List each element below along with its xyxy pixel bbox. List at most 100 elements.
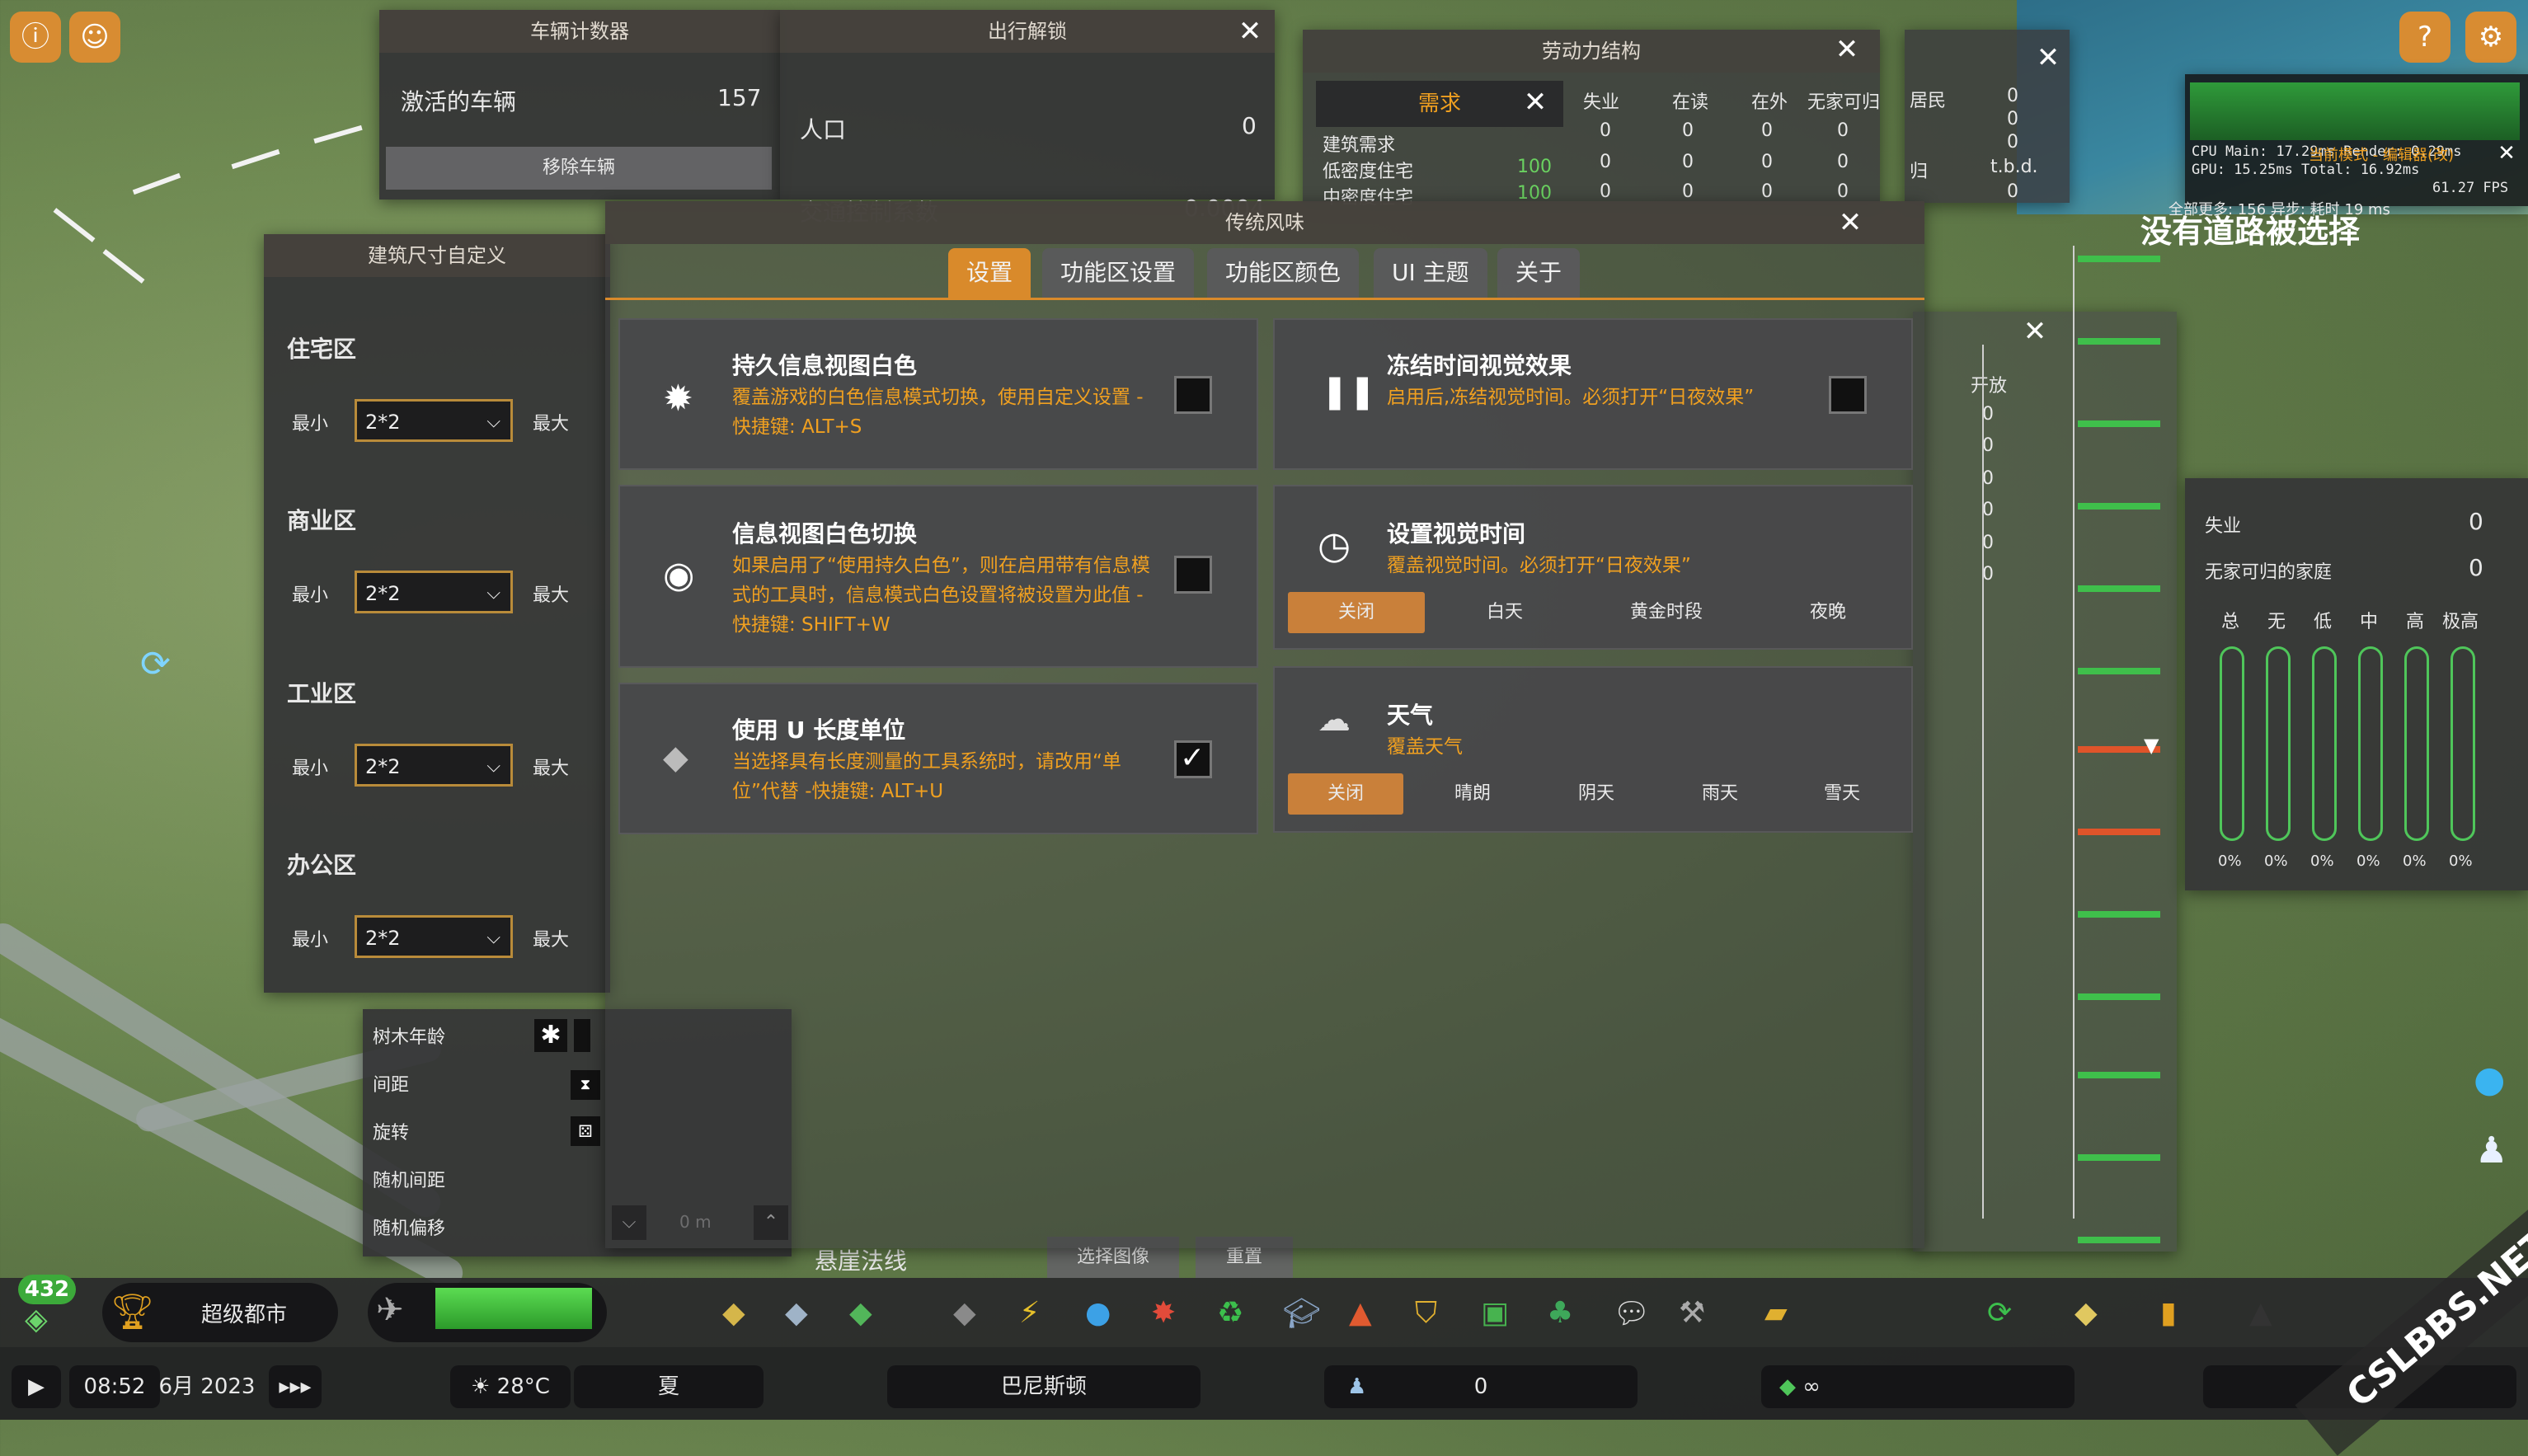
active-vehicles-value: 157: [717, 84, 762, 111]
map-marker-icon[interactable]: ⟳: [140, 643, 171, 685]
tab-zone-settings[interactable]: 功能区设置: [1042, 248, 1195, 298]
temperature: 28°C: [496, 1374, 550, 1399]
health-icon[interactable]: ✸: [1151, 1296, 1176, 1330]
unlock-row-label: 人口: [800, 116, 847, 143]
fire-icon[interactable]: ▲: [1349, 1296, 1372, 1330]
city-name[interactable]: 巴尼斯顿: [887, 1365, 1201, 1408]
weather-option-clear[interactable]: 晴朗: [1415, 773, 1530, 815]
visual-time-option-night[interactable]: 夜晚: [1760, 592, 1896, 633]
play-button[interactable]: ▶: [12, 1365, 61, 1408]
visual-time-option-off[interactable]: 关闭: [1288, 592, 1425, 633]
asterisk-button[interactable]: ✱: [534, 1019, 567, 1052]
electricity-icon[interactable]: ⚡: [1019, 1296, 1040, 1330]
open-value: 0: [1982, 533, 1994, 553]
zoning-icon[interactable]: ◆: [722, 1296, 745, 1330]
dice-icon[interactable]: ⚄: [571, 1116, 600, 1146]
bar-label: 高: [2406, 612, 2425, 632]
refresh-icon[interactable]: ⟳: [1987, 1296, 2012, 1330]
statistics-icon[interactable]: ▮: [2160, 1296, 2177, 1330]
chevron-down-icon: ⌵: [486, 411, 500, 432]
map-layer-icon[interactable]: ◆: [2075, 1296, 2098, 1330]
dot-button[interactable]: [574, 1019, 590, 1052]
remove-vehicles-button[interactable]: 移除车辆: [386, 147, 772, 190]
hat-icon[interactable]: ▲: [2249, 1296, 2272, 1330]
visual-time-option-day[interactable]: 白天: [1436, 592, 1573, 633]
population-pill[interactable]: ♟ 0: [1324, 1365, 1638, 1408]
recycling-icon[interactable]: ♻: [1217, 1296, 1243, 1330]
setting-description: 启用后,冻结视觉时间。必须打开“日夜效果”: [1387, 387, 1755, 408]
money: ∞: [1802, 1374, 1821, 1399]
stat-bar: [2266, 646, 2291, 841]
max-label: 最大: [533, 759, 570, 779]
min-size-select[interactable]: 2*2 ⌵: [355, 744, 513, 787]
transport-icon[interactable]: ◆: [953, 1296, 976, 1330]
citizen-icon[interactable]: ♟: [2475, 1130, 2507, 1172]
min-size-select[interactable]: 2*2 ⌵: [355, 399, 513, 442]
mascot-icon[interactable]: ☺: [69, 12, 120, 63]
chevron-down-icon: ⌵: [486, 583, 500, 604]
spacing-icon[interactable]: ⧗: [571, 1070, 600, 1100]
tab-about[interactable]: 关于: [1497, 248, 1581, 298]
education-icon[interactable]: 🎓︎: [1283, 1296, 1321, 1331]
tab-ui-theme[interactable]: UI 主题: [1374, 248, 1487, 298]
tab-settings[interactable]: 设置: [948, 248, 1031, 298]
target-icon: ◉: [663, 554, 695, 596]
min-size-select[interactable]: 2*2 ⌵: [355, 915, 513, 958]
bulldozer-icon[interactable]: ▰: [1764, 1296, 1788, 1330]
perf-hint: 当前模式 - 编辑器(改): [2309, 147, 2454, 164]
landscape-icon[interactable]: ◆: [849, 1296, 872, 1330]
u-units-checkbox[interactable]: [1174, 740, 1212, 778]
persist-white-checkbox[interactable]: [1174, 376, 1212, 414]
residents-panel: ✕ 居民 归 0 0 0 t.b.d. 0: [1905, 30, 2070, 203]
min-label: 最小: [292, 414, 329, 434]
police-icon[interactable]: ⛉: [1415, 1296, 1437, 1331]
money-pill[interactable]: ◆ ∞: [1761, 1365, 2075, 1408]
weather-option-off[interactable]: 关闭: [1288, 773, 1403, 815]
bottom-bar: [0, 1347, 2528, 1420]
fast-forward-button[interactable]: ▸▸▸: [269, 1365, 322, 1408]
stat-bar: [2404, 646, 2429, 841]
close-icon[interactable]: ✕: [2032, 41, 2065, 74]
close-icon[interactable]: ✕: [1834, 206, 1867, 239]
right-stats-panel: 失业 0 无家可归的家庭 0 总 无 低 中 高 极高 0% 0% 0% 0% …: [2185, 478, 2528, 890]
shovel-icon[interactable]: ⚒: [1679, 1296, 1705, 1330]
weather-option-rain[interactable]: 雨天: [1662, 773, 1778, 815]
level-icon: ◈: [25, 1303, 48, 1336]
park-icon[interactable]: ♣: [1547, 1296, 1573, 1330]
chirper-icon[interactable]: ●: [2474, 1059, 2505, 1101]
no-road-selected: 没有道路被选择: [2140, 214, 2361, 250]
bar-label: 低: [2314, 612, 2333, 632]
close-icon[interactable]: ✕: [2018, 315, 2051, 348]
chat-icon[interactable]: 💬︎: [1613, 1296, 1651, 1331]
close-icon[interactable]: ✕: [2490, 137, 2523, 170]
close-icon[interactable]: ✕: [1830, 33, 1863, 66]
close-icon[interactable]: ✕: [1519, 86, 1552, 119]
white-toggle-checkbox[interactable]: [1174, 556, 1212, 594]
min-size-select[interactable]: 2*2 ⌵: [355, 571, 513, 613]
stat-bar: [2450, 646, 2475, 841]
graph-bar: [2078, 1154, 2160, 1161]
road-icon[interactable]: ◆: [785, 1296, 808, 1330]
water-icon[interactable]: ●: [1085, 1296, 1111, 1330]
stat-bar: [2220, 646, 2244, 841]
setting-title: 冻结时间视觉效果: [1387, 352, 1572, 379]
bus-icon[interactable]: ▣: [1481, 1296, 1509, 1330]
max-label: 最大: [533, 930, 570, 951]
zone-name: 工业区: [287, 680, 357, 707]
perf-graph: [2190, 82, 2520, 140]
visual-time-option-golden[interactable]: 黄金时段: [1598, 592, 1735, 633]
residents-value: 0: [2007, 109, 2018, 129]
stat-bar: [2312, 646, 2337, 841]
help-icon[interactable]: ?: [2399, 12, 2450, 63]
bar-label: 总: [2221, 612, 2240, 632]
freeze-time-checkbox[interactable]: [1829, 376, 1867, 414]
close-icon[interactable]: ✕: [1233, 15, 1266, 48]
weather-option-cloudy[interactable]: 阴天: [1539, 773, 1654, 815]
cliff-normal-label: 悬崖法线: [815, 1247, 908, 1275]
weather-option-snow[interactable]: 雪天: [1784, 773, 1900, 815]
labor-cell: 0: [1682, 120, 1694, 141]
tab-zone-colors[interactable]: 功能区颜色: [1207, 248, 1360, 298]
info-icon[interactable]: ⓘ: [10, 12, 61, 63]
setting-title: 天气: [1387, 702, 1434, 729]
settings-gear-icon[interactable]: ⚙: [2465, 12, 2516, 63]
